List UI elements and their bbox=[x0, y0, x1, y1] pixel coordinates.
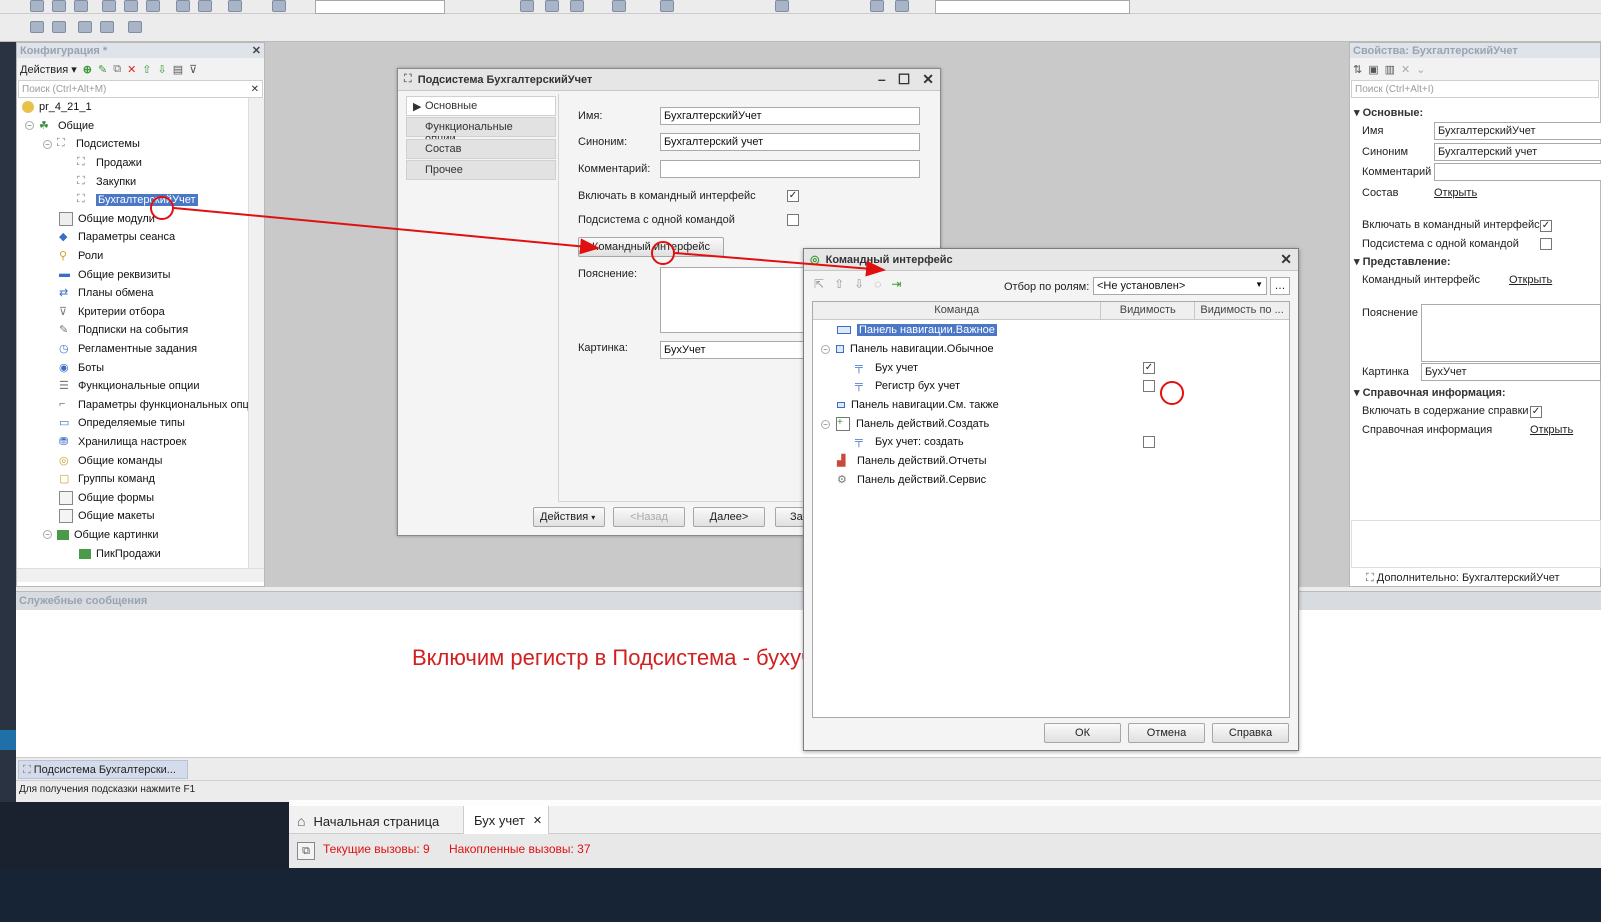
highlight-circle-checkbox bbox=[1160, 381, 1184, 405]
close-tab-icon[interactable]: ✕ bbox=[533, 814, 542, 827]
window-taskbar: ⛶ Подсистема Бухгалтерски... bbox=[16, 757, 1601, 781]
tab-home[interactable]: ⌂ Начальная страница bbox=[297, 810, 439, 832]
performance-icon[interactable]: ⧉ bbox=[297, 842, 315, 860]
desktop-background bbox=[0, 868, 1601, 922]
performance-bar: ⧉ Текущие вызовы: 9 Накопленные вызовы: … bbox=[289, 834, 1601, 868]
home-icon: ⌂ bbox=[297, 813, 306, 829]
tab-buh-uchet[interactable]: Бух учет ✕ bbox=[463, 806, 549, 834]
arrow-to-dialog bbox=[674, 252, 886, 277]
tab-active-label: Бух учет bbox=[474, 812, 525, 828]
current-calls: Текущие вызовы: 9 bbox=[323, 842, 430, 856]
accumulated-calls: Накопленные вызовы: 37 bbox=[449, 842, 591, 856]
status-bar: Для получения подсказки нажмите F1 bbox=[16, 780, 1601, 800]
taskbar-item-subsystem[interactable]: ⛶ Подсистема Бухгалтерски... bbox=[18, 760, 188, 779]
status-hint: Для получения подсказки нажмите F1 bbox=[19, 784, 196, 795]
highlight-circle-tree bbox=[150, 196, 174, 220]
tab-home-label: Начальная страница bbox=[313, 813, 440, 829]
arrow-to-command-button bbox=[173, 207, 600, 255]
taskbar-item-label: Подсистема Бухгалтерски... bbox=[33, 764, 176, 776]
subsystem-icon: ⛶ bbox=[23, 764, 31, 776]
enterprise-tabs: ⌂ Начальная страница Бух учет ✕ bbox=[289, 806, 1601, 834]
highlight-circle-button bbox=[651, 241, 675, 265]
